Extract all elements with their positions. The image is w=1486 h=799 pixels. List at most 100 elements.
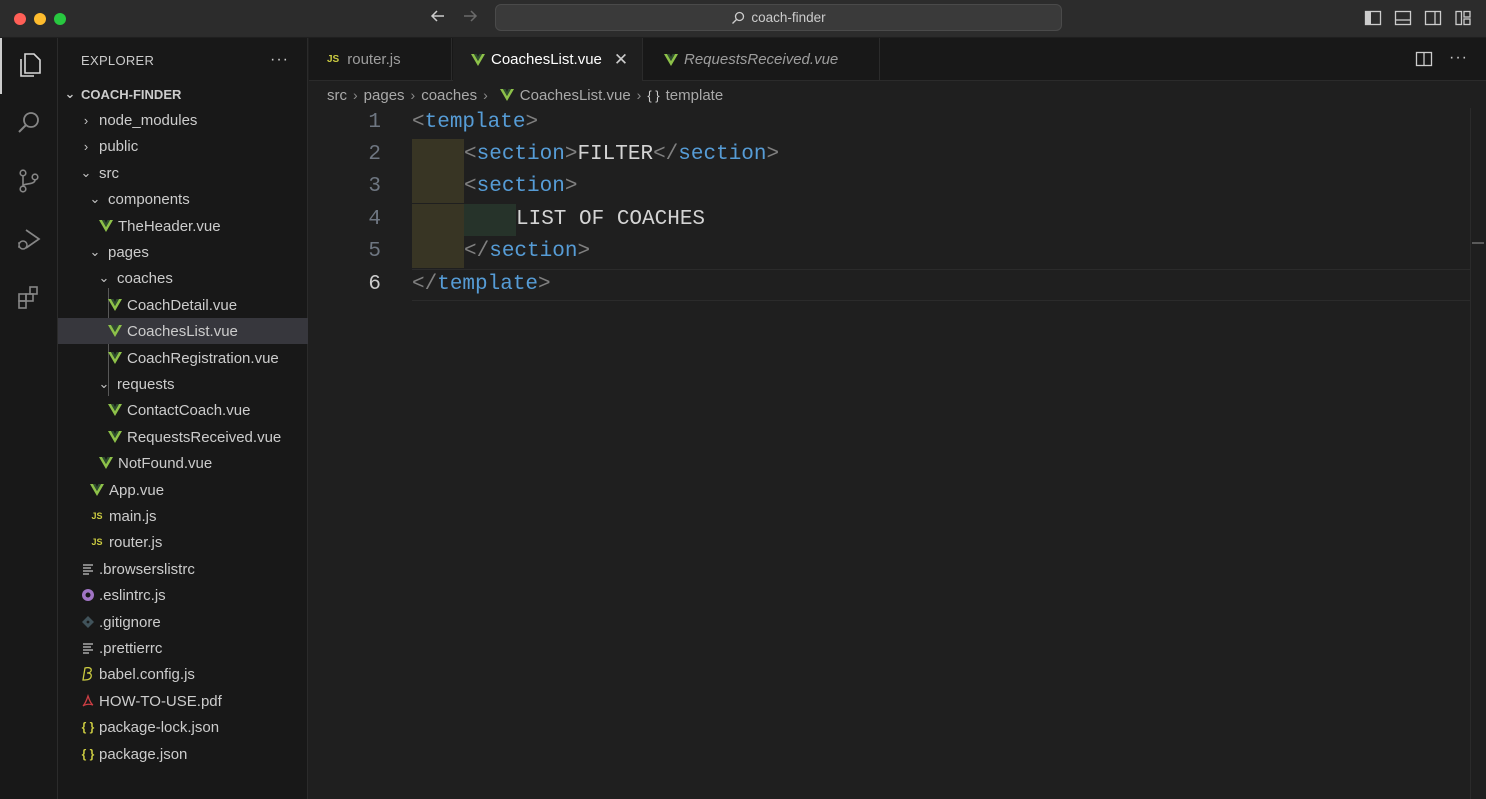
tree-label: main.js [109, 507, 157, 525]
tree-item-gitignore[interactable]: .gitignore [58, 609, 308, 635]
split-editor-icon[interactable] [1415, 50, 1433, 71]
tree-item-src[interactable]: ⌄ src [58, 160, 308, 186]
tag-bracket: > [525, 111, 539, 134]
tree-item-coachregistration-vue[interactable]: CoachRegistration.vue [58, 345, 308, 371]
tree-item-main-js[interactable]: JS main.js [58, 503, 308, 529]
forward-arrow-icon[interactable] [459, 7, 481, 29]
tree-item-components[interactable]: ⌄ components [58, 186, 308, 212]
tree-item-coacheslist-vue[interactable]: CoachesList.vue [58, 318, 308, 344]
tree-item-public[interactable]: › public [58, 133, 308, 159]
chevron-right-icon: › [410, 87, 416, 103]
tree-label: App.vue [109, 481, 165, 499]
tree-label: package.json [99, 745, 188, 763]
explorer-sidebar: EXPLORER ··· ⌄ COACH-FINDER › node_modul… [58, 38, 308, 799]
tree-root-coach-finder[interactable]: ⌄ COACH-FINDER [58, 81, 308, 107]
extensions-activity[interactable] [0, 270, 58, 326]
tree-item-package-lock-json[interactable]: { } package-lock.json [58, 714, 308, 740]
tree-item-node_modules[interactable]: › node_modules [58, 107, 308, 133]
toggle-primary-sidebar-icon[interactable] [1364, 9, 1382, 27]
tree-label: CoachRegistration.vue [127, 349, 279, 367]
chevron-right-icon: › [83, 112, 89, 128]
line-number: 3 [368, 175, 381, 198]
tree-item-pages[interactable]: ⌄ pages [58, 239, 308, 265]
search-icon [731, 11, 745, 25]
breadcrumb-item[interactable]: coaches [421, 87, 477, 104]
more-actions-icon[interactable]: ··· [1449, 50, 1468, 71]
tag-bracket: < [464, 175, 477, 198]
symbol-braces-icon: { } [647, 87, 660, 103]
command-center-search[interactable]: coach-finder [495, 4, 1062, 31]
current-line-highlight [412, 269, 1470, 301]
tree-label: RequestsReceived.vue [127, 428, 282, 446]
source-control-activity[interactable] [0, 154, 58, 210]
tree-item-eslintrc-js[interactable]: .eslintrc.js [58, 582, 308, 608]
tab-coacheslist-vue[interactable]: CoachesList.vue ✕ [453, 38, 643, 81]
tree-item-prettierrc[interactable]: .prettierrc [58, 635, 308, 661]
search-activity[interactable] [0, 96, 58, 152]
pdf-file-icon [78, 694, 98, 708]
js-file-icon: JS [327, 54, 340, 65]
tree-label: .gitignore [99, 613, 161, 631]
code-line-1: <template> [412, 107, 538, 139]
breadcrumb-item[interactable]: src [327, 87, 347, 104]
vue-file-icon [664, 53, 678, 66]
customize-layout-icon[interactable] [1454, 9, 1472, 27]
back-arrow-icon[interactable] [427, 7, 449, 29]
tree-item-browserslistrc[interactable]: .browserslistrc [58, 556, 308, 582]
tag-bracket: > [564, 175, 578, 198]
scrollbar-cursor-marker [1472, 242, 1484, 244]
tag-bracket: > [564, 143, 578, 166]
chevron-right-icon: › [353, 87, 358, 103]
vue-file-icon [471, 53, 485, 66]
breadcrumb-item[interactable]: CoachesList.vue [520, 87, 631, 104]
lines-file-icon [78, 563, 98, 575]
close-icon[interactable]: ✕ [614, 50, 628, 70]
tag-bracket: </ [464, 240, 490, 263]
json-file-icon: { } [81, 747, 95, 761]
tree-label: components [108, 190, 190, 208]
indent-guide-level-1 [412, 139, 464, 171]
indent-guide-level-1 [412, 171, 464, 203]
window-maximize-button[interactable] [54, 13, 66, 25]
breadcrumb-item[interactable]: template [666, 87, 724, 104]
tree-label: COACH-FINDER [81, 86, 182, 102]
tree-item-requests[interactable]: ⌄ requests [58, 371, 308, 397]
tree-label: package-lock.json [99, 718, 220, 736]
window-close-button[interactable] [14, 13, 26, 25]
tree-item-coachdetail-vue[interactable]: CoachDetail.vue [58, 292, 308, 318]
tree-item-contactcoach-vue[interactable]: ContactCoach.vue [58, 397, 308, 423]
text-content: FILTER [577, 143, 654, 166]
tree-label: pages [108, 243, 149, 261]
tab-requestsreceived-vue[interactable]: RequestsReceived.vue [644, 38, 880, 81]
tag-name: template [437, 273, 539, 296]
tag-bracket: </ [653, 143, 679, 166]
vue-file-icon [105, 352, 125, 364]
chevron-down-icon: ⌄ [64, 86, 76, 101]
tree-item-package-json[interactable]: { } package.json [58, 741, 308, 767]
more-actions-icon[interactable]: ··· [270, 51, 289, 69]
tree-item-theheader-vue[interactable]: TheHeader.vue [58, 213, 308, 239]
indent-guide-level-2 [464, 204, 516, 236]
editor-scrollbar[interactable] [1470, 108, 1486, 799]
tree-item-how-to-use-pdf[interactable]: HOW-TO-USE.pdf [58, 688, 308, 714]
tab-label: CoachesList.vue [491, 51, 602, 68]
text-content: LIST OF COACHES [516, 208, 706, 231]
breadcrumb-item[interactable]: pages [364, 87, 405, 104]
code-editor[interactable]: 1 2 3 4 5 6 <template> <section>FILTER</… [309, 108, 1470, 799]
tree-item-notfound-vue[interactable]: NotFound.vue [58, 450, 308, 476]
toggle-secondary-sidebar-icon[interactable] [1424, 9, 1442, 27]
tree-item-router-js[interactable]: JS router.js [58, 529, 308, 555]
editor-tabs: JS router.js CoachesList.vue ✕ RequestsR… [309, 38, 1486, 81]
window-minimize-button[interactable] [34, 13, 46, 25]
tag-name: section [489, 240, 578, 263]
toggle-panel-icon[interactable] [1394, 9, 1412, 27]
tree-item-app-vue[interactable]: App.vue [58, 477, 308, 503]
tree-item-coaches[interactable]: ⌄ coaches [58, 265, 308, 291]
run-debug-activity[interactable] [0, 212, 58, 268]
tree-label: src [99, 164, 119, 182]
line-number: 4 [368, 208, 381, 231]
tree-item-requestsreceived-vue[interactable]: RequestsReceived.vue [58, 424, 308, 450]
explorer-activity[interactable] [0, 38, 58, 94]
tab-router-js[interactable]: JS router.js [309, 38, 452, 81]
tree-item-babel-config-js[interactable]: babel.config.js [58, 661, 308, 687]
